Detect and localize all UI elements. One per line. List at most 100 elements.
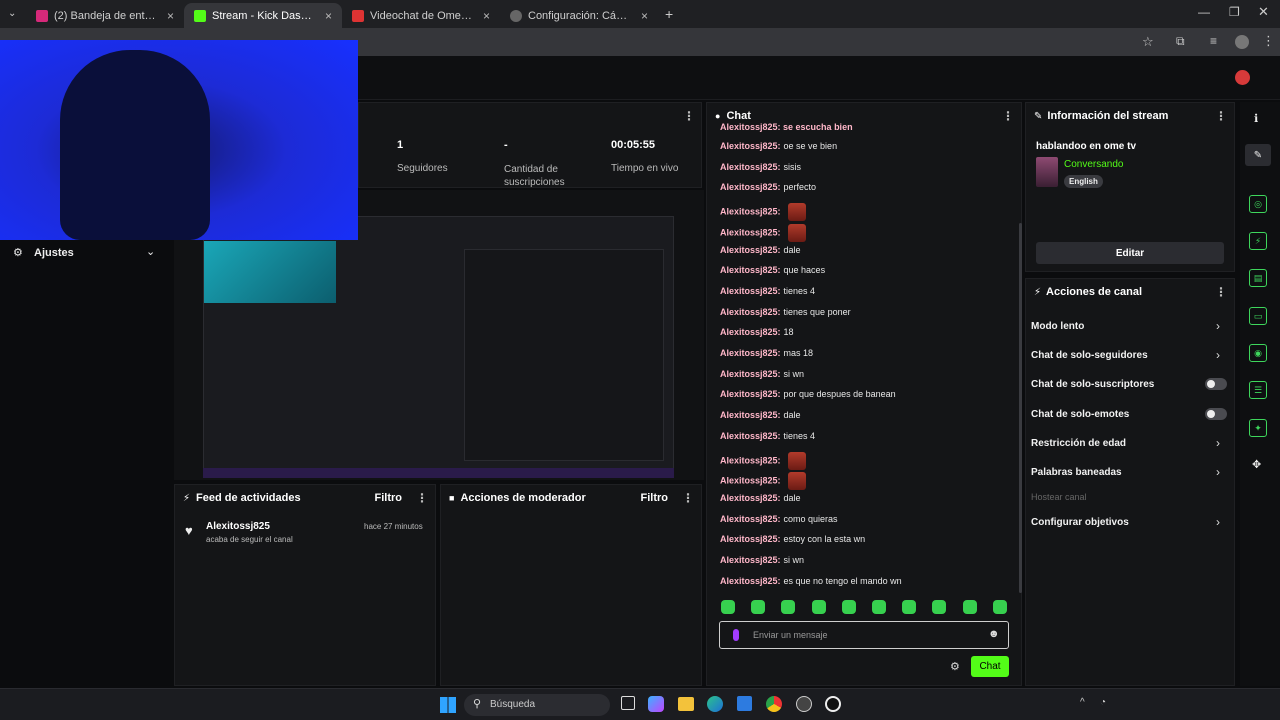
- chevron-right-icon[interactable]: ›: [1216, 436, 1220, 450]
- emote-shortcut-icon[interactable]: [811, 600, 826, 614]
- chat-message: Alexitossj825: por que despues de banean: [720, 389, 896, 399]
- media-icon[interactable]: ≡: [1210, 34, 1217, 48]
- browser-menu-icon[interactable]: ⋮: [1262, 33, 1275, 49]
- user-avatar[interactable]: [1235, 70, 1250, 85]
- chat-scrollbar[interactable]: [1019, 223, 1022, 593]
- chat-username[interactable]: Alexitossj825:: [720, 534, 781, 544]
- toggle-switch[interactable]: [1205, 378, 1227, 390]
- tab-camera-settings[interactable]: Configuración: Cámara ×: [500, 3, 658, 28]
- chat-username[interactable]: Alexitossj825:: [720, 369, 781, 379]
- chat-username[interactable]: Alexitossj825:: [720, 555, 781, 565]
- emote-shortcut-icon[interactable]: [781, 600, 796, 614]
- chrome-icon[interactable]: [766, 696, 782, 712]
- task-view-icon[interactable]: [621, 696, 635, 710]
- chat-username[interactable]: Alexitossj825:: [720, 348, 781, 358]
- emote-shortcut-icon[interactable]: [962, 600, 977, 614]
- activity-menu-icon[interactable]: ⋮: [416, 491, 428, 505]
- chat-username[interactable]: Alexitossj825:: [720, 514, 781, 524]
- tab-kick-dashboard[interactable]: Stream - Kick Dashboard ×: [184, 3, 342, 28]
- chat-username[interactable]: Alexitossj825:: [720, 476, 781, 486]
- chevron-right-icon[interactable]: ›: [1216, 515, 1220, 529]
- chat-username[interactable]: Alexitossj825:: [720, 389, 781, 399]
- tab-inbox[interactable]: (2) Bandeja de entrada • Chats ×: [26, 3, 184, 28]
- chat-username[interactable]: Alexitossj825:: [720, 455, 781, 465]
- close-icon[interactable]: ×: [641, 9, 648, 23]
- toggle-switch[interactable]: [1205, 408, 1227, 420]
- chat-username[interactable]: Alexitossj825:: [720, 245, 781, 255]
- tab-ometv[interactable]: Videochat de OmeTV: una alte ×: [342, 3, 500, 28]
- chat-username[interactable]: Alexitossj825:: [720, 493, 781, 503]
- close-icon[interactable]: ×: [325, 9, 332, 23]
- emote-shortcut-icon[interactable]: [992, 600, 1007, 614]
- chat-username[interactable]: Alexitossj825:: [720, 182, 781, 192]
- emote-bar: [706, 596, 1022, 618]
- emoji-icon[interactable]: ☻: [988, 628, 1000, 640]
- close-icon[interactable]: ×: [167, 9, 174, 23]
- tray-network-icon[interactable]: ◔: [1100, 697, 1106, 708]
- chat-username[interactable]: Alexitossj825:: [720, 410, 781, 420]
- settings-row[interactable]: ⚙ Ajustes ⌄: [0, 242, 172, 264]
- chat-send-button[interactable]: Chat: [971, 656, 1009, 677]
- taskbar-search-box[interactable]: ⚲ Búsqueda: [464, 694, 610, 716]
- chat-username[interactable]: Alexitossj825:: [720, 141, 781, 151]
- layers-icon[interactable]: ☰: [1249, 381, 1267, 399]
- stream-info-menu-icon[interactable]: ⋮: [1215, 109, 1227, 123]
- tray-chevron-icon[interactable]: ^: [1080, 697, 1085, 708]
- chat-input-box[interactable]: Enviar un mensaje ☻: [719, 621, 1009, 649]
- emote-shortcut-icon[interactable]: [751, 600, 766, 614]
- close-icon[interactable]: ×: [483, 9, 490, 23]
- chevron-right-icon[interactable]: ›: [1216, 319, 1220, 333]
- emote-shortcut-icon[interactable]: [902, 600, 917, 614]
- focus-icon[interactable]: ◎: [1249, 195, 1267, 213]
- copilot-icon[interactable]: [648, 696, 664, 712]
- chat-rail-icon[interactable]: ▭: [1249, 307, 1267, 325]
- store-icon[interactable]: [737, 696, 752, 711]
- chat-settings-icon[interactable]: ⚙: [950, 660, 960, 673]
- app-icon[interactable]: [825, 696, 841, 712]
- windows-start-icon[interactable]: [440, 697, 456, 713]
- chevron-right-icon[interactable]: ›: [1216, 348, 1220, 362]
- new-tab-icon[interactable]: +: [665, 6, 673, 22]
- edge-icon[interactable]: [707, 696, 723, 712]
- close-window-icon[interactable]: ✕: [1258, 4, 1269, 20]
- broadcast-icon[interactable]: ◉: [1249, 344, 1267, 362]
- restore-icon[interactable]: ❐: [1229, 5, 1240, 19]
- tab-search-icon[interactable]: ⌄: [8, 8, 16, 19]
- chat-username[interactable]: Alexitossj825:: [720, 327, 781, 337]
- clipboard-icon[interactable]: ▤: [1249, 269, 1267, 287]
- moderator-menu-icon[interactable]: ⋮: [682, 491, 694, 505]
- microphone-icon[interactable]: [733, 629, 739, 641]
- chat-username[interactable]: Alexitossj825:: [720, 307, 781, 317]
- chat-username[interactable]: Alexitossj825:: [720, 206, 781, 216]
- chat-username[interactable]: Alexitossj825:: [720, 431, 781, 441]
- bookmark-star-icon[interactable]: ☆: [1142, 34, 1154, 50]
- wrench-icon[interactable]: ✦: [1249, 419, 1267, 437]
- emote-shortcut-icon[interactable]: [872, 600, 886, 614]
- emote-shortcut-icon[interactable]: [721, 600, 735, 614]
- chat-username[interactable]: Alexitossj825:: [720, 286, 781, 296]
- apps-icon[interactable]: ✥: [1252, 458, 1261, 471]
- info-icon[interactable]: ℹ: [1254, 112, 1258, 125]
- moderator-filter-button[interactable]: Filtro: [641, 492, 669, 504]
- stats-menu-icon[interactable]: ⋮: [683, 109, 695, 123]
- category-link[interactable]: Conversando: [1064, 159, 1123, 170]
- emote-shortcut-icon[interactable]: [841, 600, 856, 614]
- minimize-icon[interactable]: —: [1198, 5, 1210, 19]
- profile-avatar[interactable]: [1235, 35, 1249, 49]
- edit-button[interactable]: Editar: [1036, 242, 1224, 264]
- emote-shortcut-icon[interactable]: [932, 600, 947, 614]
- chat-username[interactable]: Alexitossj825:: [720, 227, 781, 237]
- chat-username[interactable]: Alexitossj825:: [720, 576, 781, 586]
- chevron-down-icon[interactable]: ⌄: [146, 245, 155, 258]
- extensions-icon[interactable]: ⧉: [1176, 34, 1185, 49]
- activity-filter-button[interactable]: Filtro: [375, 492, 403, 504]
- lightning-icon[interactable]: ⚡: [1249, 232, 1267, 250]
- chat-username[interactable]: Alexitossj825:: [720, 265, 781, 275]
- chat-message: Alexitossj825: tienes que poner: [720, 307, 851, 317]
- channel-actions-menu-icon[interactable]: ⋮: [1215, 285, 1227, 299]
- pencil-rail-icon[interactable]: ✎: [1245, 144, 1271, 166]
- chevron-right-icon[interactable]: ›: [1216, 465, 1220, 479]
- chat-username[interactable]: Alexitossj825:: [720, 162, 781, 172]
- file-explorer-icon[interactable]: [678, 697, 694, 711]
- obs-icon[interactable]: [796, 696, 812, 712]
